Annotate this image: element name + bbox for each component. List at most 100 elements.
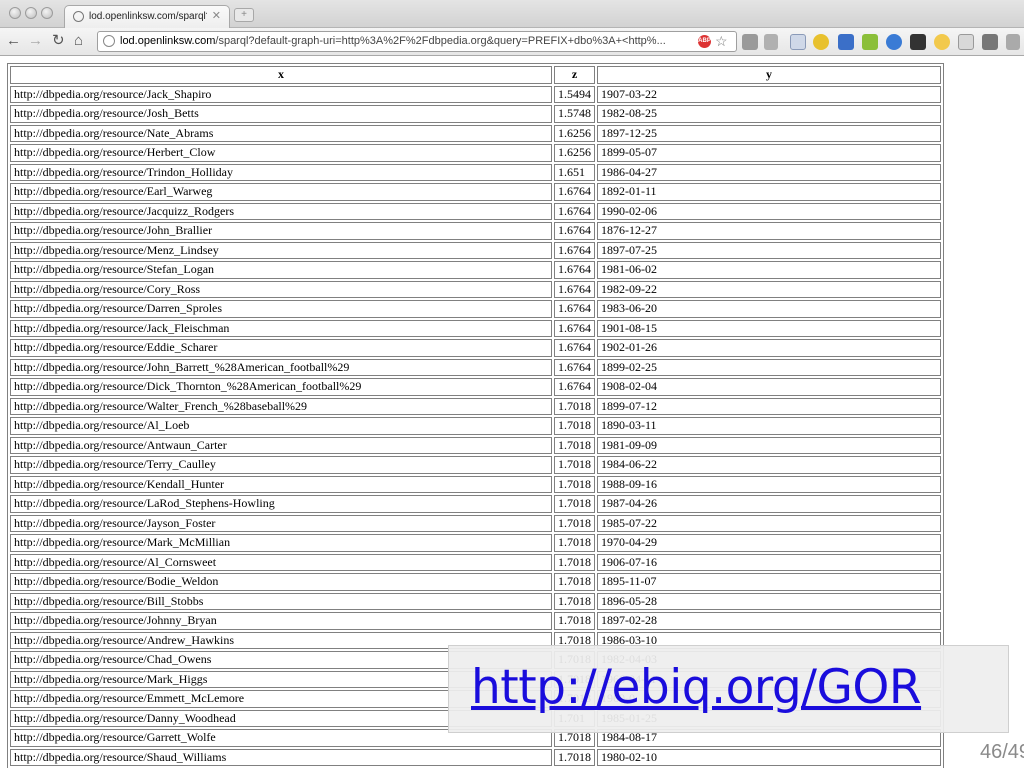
cell-z-value: 1.7018 — [554, 475, 595, 493]
address-bar[interactable]: lod.openlinksw.com/sparql?default-graph-… — [97, 31, 737, 52]
cell-y-date: 1987-04-26 — [597, 495, 941, 513]
cell-resource-uri: http://dbpedia.org/resource/Antwaun_Cart… — [10, 436, 552, 454]
cell-resource-uri: http://dbpedia.org/resource/Al_Cornsweet — [10, 553, 552, 571]
wrench-menu-icon[interactable] — [1006, 34, 1020, 50]
cell-y-date: 1983-06-20 — [597, 300, 941, 318]
cell-y-date: 1890-03-11 — [597, 417, 941, 435]
tab-strip: lod.openlinksw.com/sparql? ✕ + — [0, 0, 1024, 28]
table-row: http://dbpedia.org/resource/Al_Loeb 1.701… — [10, 417, 941, 435]
window-close-button[interactable] — [9, 7, 21, 19]
cell-y-date: 1895-11-07 — [597, 573, 941, 591]
cell-y-date: 1901-08-15 — [597, 319, 941, 337]
cell-z-value: 1.6764 — [554, 280, 595, 298]
browser-toolbar: ← → ↻ ⌂ lod.openlinksw.com/sparql?defaul… — [0, 28, 1024, 56]
table-row: http://dbpedia.org/resource/Antwaun_Cart… — [10, 436, 941, 454]
cell-y-date: 1986-04-27 — [597, 163, 941, 181]
cell-y-date: 1899-07-12 — [597, 397, 941, 415]
table-row: http://dbpedia.org/resource/Dick_Thornto… — [10, 378, 941, 396]
cell-z-value: 1.5748 — [554, 105, 595, 123]
cell-z-value: 1.7018 — [554, 456, 595, 474]
table-row: http://dbpedia.org/resource/LaRod_Stephe… — [10, 495, 941, 513]
cell-resource-uri: http://dbpedia.org/resource/Bill_Stobbs — [10, 592, 552, 610]
extension-frame-icon[interactable] — [958, 34, 974, 50]
table-row: http://dbpedia.org/resource/Herbert_Clow… — [10, 144, 941, 162]
table-row: http://dbpedia.org/resource/John_Brallie… — [10, 222, 941, 240]
table-row: http://dbpedia.org/resource/Nate_Abrams 1… — [10, 124, 941, 142]
slide-link-overlay: http://ebiq.org/GOR — [448, 645, 1009, 733]
table-row: http://dbpedia.org/resource/Jayson_Foste… — [10, 514, 941, 532]
cell-resource-uri: http://dbpedia.org/resource/Johnny_Bryan — [10, 612, 552, 630]
cell-resource-uri: http://dbpedia.org/resource/Dick_Thornto… — [10, 378, 552, 396]
table-row: http://dbpedia.org/resource/Jack_Fleisch… — [10, 319, 941, 337]
cell-resource-uri: http://dbpedia.org/resource/Terry_Caulle… — [10, 456, 552, 474]
extension-dark-icon[interactable] — [910, 34, 926, 50]
adblock-icon[interactable]: ABP — [698, 35, 711, 48]
column-header-x: x — [10, 66, 552, 84]
cell-y-date: 1981-09-09 — [597, 436, 941, 454]
cell-z-value: 1.7018 — [554, 553, 595, 571]
extension-counter-icon[interactable] — [764, 34, 778, 50]
cell-resource-uri: http://dbpedia.org/resource/John_Brallie… — [10, 222, 552, 240]
extension-python-icon[interactable] — [886, 34, 902, 50]
cell-z-value: 1.7018 — [554, 436, 595, 454]
forward-arrow-icon[interactable]: → — [28, 32, 43, 50]
table-row: http://dbpedia.org/resource/Terry_Caulle… — [10, 456, 941, 474]
cell-y-date: 1897-07-25 — [597, 241, 941, 259]
table-row: http://dbpedia.org/resource/Stefan_Logan… — [10, 261, 941, 279]
cell-resource-uri: http://dbpedia.org/resource/Josh_Betts — [10, 105, 552, 123]
window-minimize-button[interactable] — [25, 7, 37, 19]
cell-resource-uri: http://dbpedia.org/resource/Stefan_Logan — [10, 261, 552, 279]
extension-card-icon[interactable] — [790, 34, 806, 50]
table-row: http://dbpedia.org/resource/Trindon_Holl… — [10, 163, 941, 181]
browser-tab[interactable]: lod.openlinksw.com/sparql? ✕ — [64, 5, 230, 28]
cell-y-date: 1984-06-22 — [597, 456, 941, 474]
extension-coin-icon[interactable] — [813, 34, 829, 50]
table-row: http://dbpedia.org/resource/Darren_Sprol… — [10, 300, 941, 318]
table-row: http://dbpedia.org/resource/Al_Cornsweet… — [10, 553, 941, 571]
cell-y-date: 1982-08-25 — [597, 105, 941, 123]
bookmark-star-icon[interactable]: ☆ — [715, 33, 728, 50]
table-row: http://dbpedia.org/resource/Earl_Warweg 1… — [10, 183, 941, 201]
cell-z-value: 1.7018 — [554, 397, 595, 415]
cell-y-date: 1988-09-16 — [597, 475, 941, 493]
extension-php-icon[interactable] — [982, 34, 998, 50]
table-row: http://dbpedia.org/resource/Menz_Lindsey… — [10, 241, 941, 259]
new-tab-button[interactable]: + — [234, 8, 254, 22]
cell-resource-uri: http://dbpedia.org/resource/Al_Loeb — [10, 417, 552, 435]
cell-z-value: 1.7018 — [554, 612, 595, 630]
table-row: http://dbpedia.org/resource/Bodie_Weldon… — [10, 573, 941, 591]
window-zoom-button[interactable] — [41, 7, 53, 19]
cell-z-value: 1.6764 — [554, 183, 595, 201]
extension-tag-icon[interactable] — [742, 34, 758, 50]
extension-cube-icon[interactable] — [862, 34, 878, 50]
table-row: http://dbpedia.org/resource/Josh_Betts 1.… — [10, 105, 941, 123]
close-tab-icon[interactable]: ✕ — [212, 9, 221, 22]
table-row: http://dbpedia.org/resource/Cory_Ross 1.6… — [10, 280, 941, 298]
cell-y-date: 1892-01-11 — [597, 183, 941, 201]
home-icon[interactable]: ⌂ — [74, 32, 83, 50]
cell-z-value: 1.7018 — [554, 573, 595, 591]
cell-z-value: 1.6764 — [554, 358, 595, 376]
cell-resource-uri: http://dbpedia.org/resource/Herbert_Clow — [10, 144, 552, 162]
cell-z-value: 1.7018 — [554, 748, 595, 766]
back-arrow-icon[interactable]: ← — [6, 32, 21, 50]
cell-y-date: 1897-12-25 — [597, 124, 941, 142]
extension-x-icon[interactable] — [838, 34, 854, 50]
extension-smiley-icon[interactable] — [934, 34, 950, 50]
ebiq-link[interactable]: http://ebiq.org/GOR — [471, 660, 922, 715]
cell-z-value: 1.7018 — [554, 495, 595, 513]
url-text[interactable]: lod.openlinksw.com/sparql?default-graph-… — [120, 35, 705, 47]
cell-y-date: 1899-05-07 — [597, 144, 941, 162]
globe-icon — [73, 11, 84, 22]
cell-resource-uri: http://dbpedia.org/resource/Trindon_Holl… — [10, 163, 552, 181]
cell-z-value: 1.6764 — [554, 222, 595, 240]
cell-resource-uri: http://dbpedia.org/resource/Jack_Shapiro — [10, 85, 552, 103]
cell-z-value: 1.6764 — [554, 319, 595, 337]
cell-y-date: 1990-02-06 — [597, 202, 941, 220]
cell-z-value: 1.6256 — [554, 144, 595, 162]
cell-resource-uri: http://dbpedia.org/resource/Kendall_Hunt… — [10, 475, 552, 493]
cell-z-value: 1.6764 — [554, 300, 595, 318]
cell-resource-uri: http://dbpedia.org/resource/Nate_Abrams — [10, 124, 552, 142]
tab-title: lod.openlinksw.com/sparql? — [89, 11, 207, 22]
reload-icon[interactable]: ↻ — [52, 32, 65, 50]
